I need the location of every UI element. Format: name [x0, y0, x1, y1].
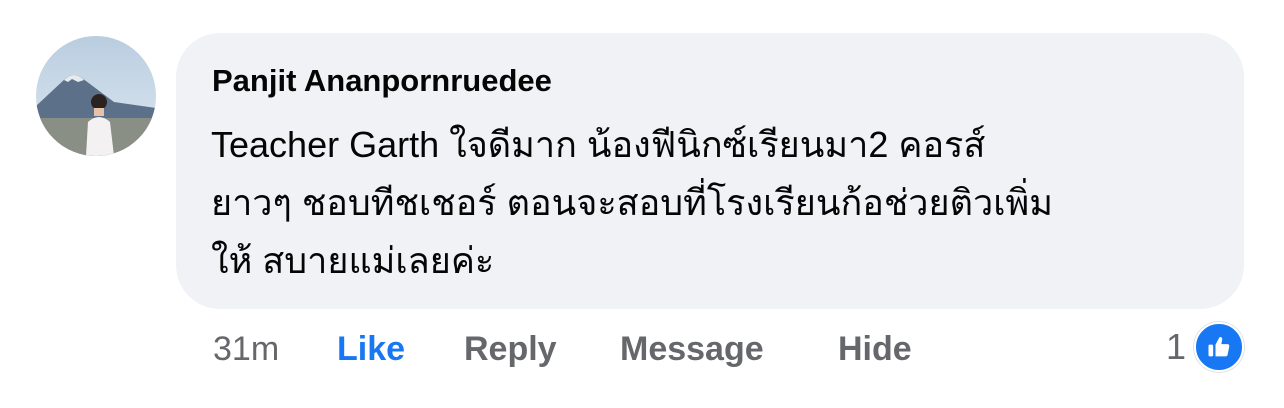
- comment-line: Teacher Garth ใจดีมาก น้องฟีนิกซ์เรียนมา…: [211, 124, 986, 165]
- avatar[interactable]: [36, 36, 156, 156]
- like-button[interactable]: Like: [337, 328, 405, 370]
- reaction-summary[interactable]: 1: [1166, 322, 1245, 372]
- comment-text: Teacher Garth ใจดีมาก น้องฟีนิกซ์เรียนมา…: [211, 116, 1221, 290]
- avatar-photo: [36, 36, 156, 156]
- comment-line: ยาวๆ ชอบทีชเชอร์ ตอนจะสอบที่โรงเรียนก้อช…: [211, 182, 1053, 223]
- like-thumb-icon: [1194, 322, 1245, 372]
- comment-line: ให้ สบายแม่เลยค่ะ: [211, 240, 495, 281]
- reaction-count: 1: [1166, 326, 1187, 367]
- hide-button[interactable]: Hide: [838, 328, 912, 370]
- message-button[interactable]: Message: [620, 328, 764, 370]
- reply-button[interactable]: Reply: [464, 328, 557, 370]
- comment-timestamp[interactable]: 31m: [213, 328, 279, 370]
- comment-author[interactable]: Panjit Ananpornruedee: [212, 62, 552, 100]
